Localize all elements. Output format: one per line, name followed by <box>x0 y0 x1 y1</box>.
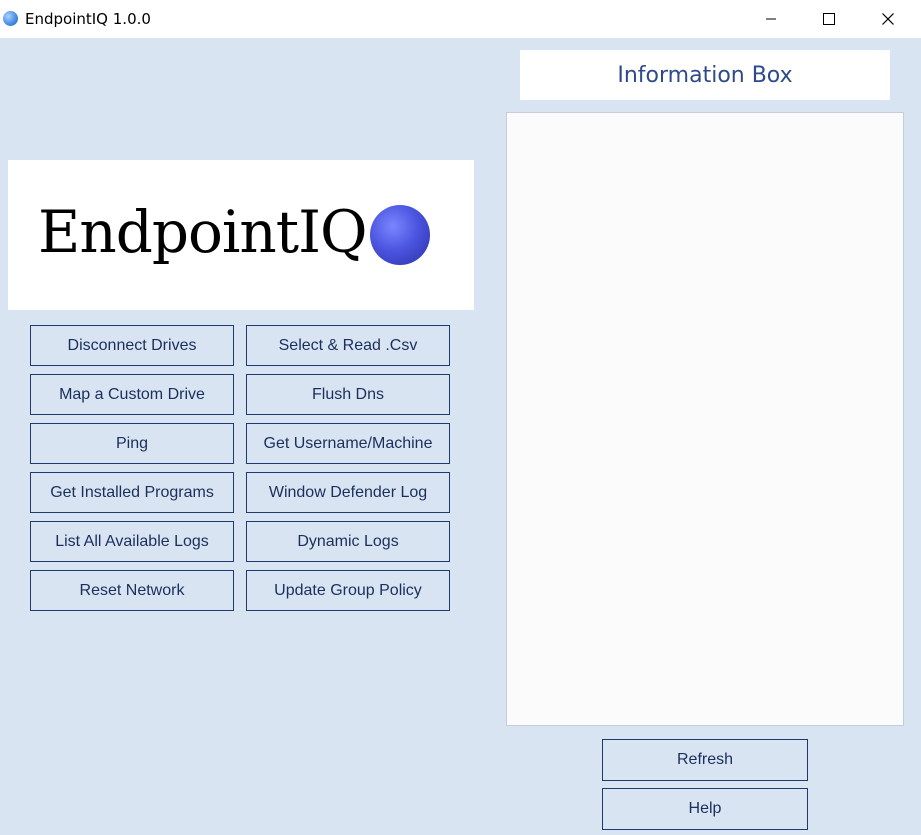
list-available-logs-button[interactable]: List All Available Logs <box>30 521 234 562</box>
map-custom-drive-button[interactable]: Map a Custom Drive <box>30 374 234 415</box>
reset-network-button[interactable]: Reset Network <box>30 570 234 611</box>
window-title: EndpointIQ 1.0.0 <box>25 10 151 28</box>
logo-sphere-icon <box>370 205 430 265</box>
minimize-icon <box>766 18 776 20</box>
window-defender-log-button[interactable]: Window Defender Log <box>246 472 450 513</box>
get-installed-programs-button[interactable]: Get Installed Programs <box>30 472 234 513</box>
ping-button[interactable]: Ping <box>30 423 234 464</box>
close-button[interactable] <box>859 0 917 38</box>
dynamic-logs-button[interactable]: Dynamic Logs <box>246 521 450 562</box>
update-group-policy-button[interactable]: Update Group Policy <box>246 570 450 611</box>
get-username-machine-button[interactable]: Get Username/Machine <box>246 423 450 464</box>
main-window: EndpointIQ 1.0.0 Information Box Endpoin… <box>0 0 921 835</box>
information-box[interactable] <box>506 112 904 726</box>
select-read-csv-button[interactable]: Select & Read .Csv <box>246 325 450 366</box>
maximize-button[interactable] <box>800 0 858 38</box>
minimize-button[interactable] <box>742 0 800 38</box>
app-sphere-icon <box>3 11 18 26</box>
title-bar: EndpointIQ 1.0.0 <box>0 0 921 38</box>
help-button[interactable]: Help <box>602 788 808 830</box>
disconnect-drives-button[interactable]: Disconnect Drives <box>30 325 234 366</box>
maximize-icon <box>823 13 835 25</box>
close-icon <box>882 13 894 25</box>
logo-text: EndpointIQ <box>38 198 368 266</box>
flush-dns-button[interactable]: Flush Dns <box>246 374 450 415</box>
information-box-title: Information Box <box>520 50 890 100</box>
refresh-button[interactable]: Refresh <box>602 739 808 781</box>
logo-banner: EndpointIQ <box>8 160 474 310</box>
